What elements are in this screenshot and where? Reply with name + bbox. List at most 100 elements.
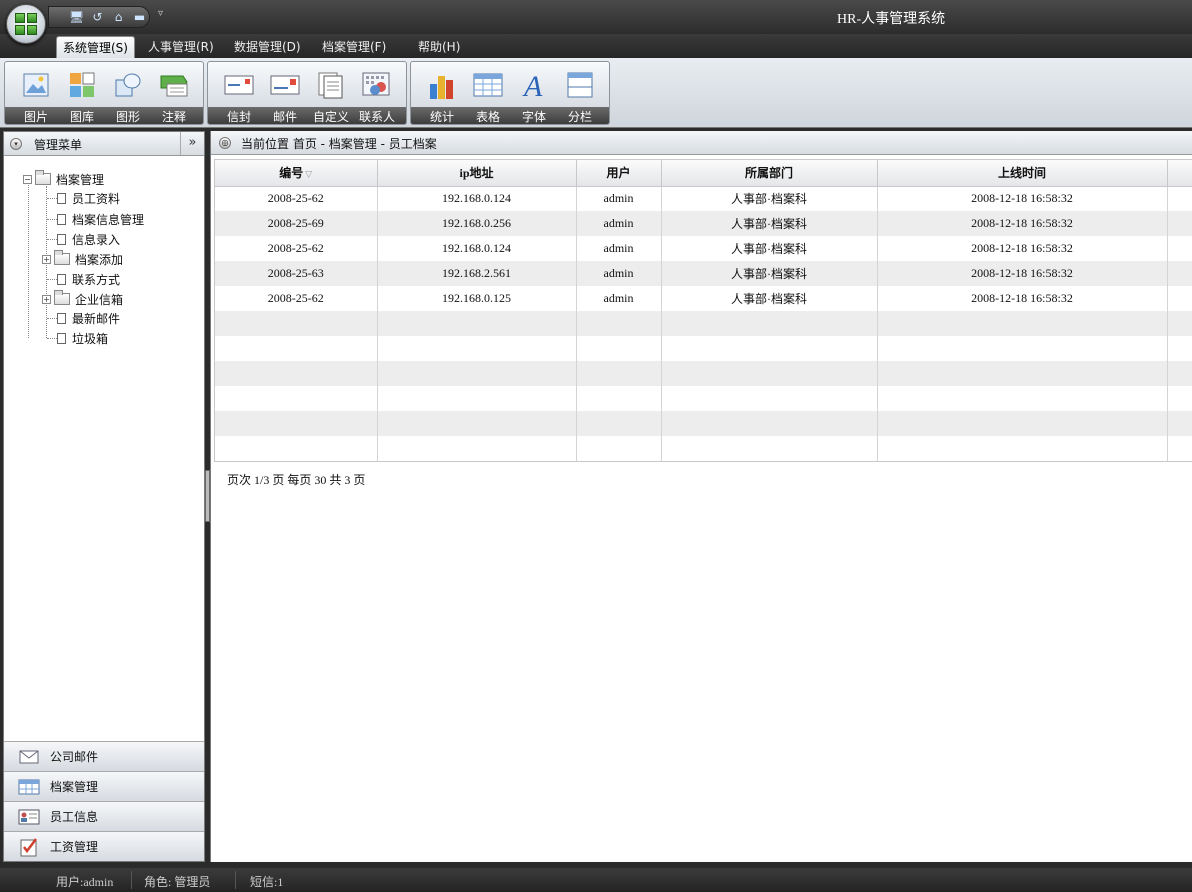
tab-help[interactable]: 帮助(H) — [412, 36, 466, 58]
annotation-button[interactable]: 注释 — [153, 68, 195, 124]
envelope-icon — [224, 70, 254, 100]
table-header-row: 编号 ▽ ip地址 用户 所属部门 上线时间 — [215, 160, 1192, 187]
ribbon-group-mail: 信封 邮件 自定义 联系人 — [207, 61, 407, 125]
folder-icon — [35, 170, 51, 185]
tab-archives[interactable]: 档案管理(F) — [316, 36, 392, 58]
pager: 页次 1/3 页 每页 30 共 3 页 — [227, 473, 366, 487]
sort-icon[interactable]: ▽ — [305, 169, 312, 179]
picture-icon — [21, 70, 51, 100]
document-icon — [57, 273, 66, 285]
status-role: 角色: 管理员 — [144, 875, 211, 889]
chevron-down-icon[interactable]: ▾ — [10, 138, 22, 150]
contacts-icon — [362, 70, 392, 100]
shapes-button[interactable]: 图形 — [107, 68, 149, 124]
empty-row — [215, 311, 1192, 336]
nav-section-payroll[interactable]: 工资管理 — [4, 831, 204, 861]
tree-item-trash[interactable]: 垃圾箱 — [57, 329, 108, 347]
expand-icon[interactable]: + — [42, 254, 51, 264]
empty-row — [215, 361, 1192, 386]
column-header-ip[interactable]: ip地址 — [377, 160, 577, 187]
table-row[interactable]: 2008-25-62 192.168.0.125 admin 人事部·档案科 2008-… — [215, 286, 1192, 311]
tree-item-archive-add[interactable]: + 档案添加 — [42, 250, 123, 268]
font-icon: A — [519, 70, 549, 100]
custom-button[interactable]: 自定义 — [310, 68, 352, 124]
statistics-button[interactable]: 统计 — [421, 68, 463, 124]
nav-section-employee-info[interactable]: 员工信息 — [4, 801, 204, 831]
status-sms[interactable]: 短信:1 — [250, 873, 283, 890]
empty-row — [215, 411, 1192, 436]
left-panel: ▾ 管理菜单 » − 档案管理 员工资料 档案信息管理 信息录入 + 档案添加 … — [3, 131, 205, 862]
table-button[interactable]: 表格 — [467, 68, 509, 124]
id-card-icon — [18, 808, 40, 826]
document-icon — [57, 192, 66, 204]
empty-row — [215, 336, 1192, 361]
mail-icon — [270, 70, 300, 100]
expand-icon[interactable]: + — [42, 294, 51, 304]
folder-icon — [54, 250, 70, 265]
column-header-id[interactable]: 编号 ▽ — [215, 160, 378, 187]
status-bar: 用户:admin 角色: 管理员 短信:1 — [0, 868, 1192, 892]
home-icon[interactable]: ⌂ — [111, 10, 126, 25]
tree-item-employee-data[interactable]: 员工资料 — [57, 189, 120, 207]
gallery-button[interactable]: 图库 — [61, 68, 103, 124]
tab-data[interactable]: 数据管理(D) — [228, 36, 307, 58]
font-button[interactable]: A 字体 — [513, 68, 555, 124]
svg-text:A: A — [522, 70, 543, 100]
document-icon — [57, 233, 66, 245]
column-header-user[interactable]: 用户 — [576, 160, 662, 187]
nav-sections: 公司邮件 档案管理 员工信息 工资管理 — [4, 741, 204, 861]
app-title: HR-人事管理系统 — [837, 12, 946, 27]
tab-system[interactable]: 系统管理(S) — [56, 36, 135, 58]
columns-icon — [565, 70, 595, 100]
tree-item-contact[interactable]: 联系方式 — [57, 270, 120, 288]
nav-section-archives[interactable]: 档案管理 — [4, 771, 204, 801]
document-icon — [57, 332, 66, 344]
collapse-panel-button[interactable]: » — [180, 132, 204, 155]
status-user: 用户:admin — [56, 875, 114, 889]
tree-item-archive-info[interactable]: 档案信息管理 — [57, 210, 144, 228]
table-row[interactable]: 2008-25-69 192.168.0.256 admin 人事部·档案科 2008-… — [215, 211, 1192, 236]
envelope-button[interactable]: 信封 — [218, 68, 260, 124]
data-grid: 编号 ▽ ip地址 用户 所属部门 上线时间 2008-25-62 192.168.… — [214, 159, 1192, 462]
nav-section-company-mail[interactable]: 公司邮件 — [4, 741, 204, 771]
gallery-icon — [67, 70, 97, 100]
column-header-online-time[interactable]: 上线时间 — [877, 160, 1168, 187]
refresh-icon[interactable]: ↺ — [90, 10, 105, 25]
picture-button[interactable]: 图片 — [15, 68, 57, 124]
app-menu-button[interactable] — [6, 4, 46, 44]
quick-access-toolbar: 🖥 ↺ ⌂ ▬ — [48, 6, 150, 28]
mail-icon — [18, 748, 40, 766]
collapse-icon[interactable]: − — [23, 174, 32, 184]
tab-personnel[interactable]: 人事管理(R) — [142, 36, 220, 58]
location-icon: ◎ — [219, 137, 231, 149]
left-panel-header: ▾ 管理菜单 » — [4, 132, 204, 156]
tree-root[interactable]: − 档案管理 — [23, 170, 104, 188]
breadcrumb-bar: ◎ 当前位置 首页 - 档案管理 - 员工档案 — [211, 131, 1192, 155]
mail-button[interactable]: 邮件 — [264, 68, 306, 124]
table-row[interactable]: 2008-25-63 192.168.2.561 admin 人事部·档案科 2008-… — [215, 261, 1192, 286]
shapes-icon — [113, 70, 143, 100]
menu-bar: 系统管理(S) 人事管理(R) 数据管理(D) 档案管理(F) 帮助(H) — [0, 34, 1192, 58]
table-row[interactable]: 2008-25-62 192.168.0.124 admin 人事部·档案科 2008-… — [215, 186, 1192, 211]
qat-dropdown-icon[interactable]: ▿ — [158, 8, 163, 19]
app-logo-icon — [15, 13, 37, 35]
tree-item-latest-mail[interactable]: 最新邮件 — [57, 309, 120, 327]
breadcrumb: 当前位置 首页 - 档案管理 - 员工档案 — [241, 137, 437, 151]
tree-root-label: 档案管理 — [56, 172, 105, 187]
checklist-icon — [18, 837, 40, 856]
tree-item-data-entry[interactable]: 信息录入 — [57, 230, 120, 248]
statistics-icon — [427, 70, 457, 100]
contacts-button[interactable]: 联系人 — [356, 68, 398, 124]
empty-row — [215, 436, 1192, 461]
columns-button[interactable]: 分栏 — [559, 68, 601, 124]
column-header-department[interactable]: 所属部门 — [661, 160, 878, 187]
table-row[interactable]: 2008-25-62 192.168.0.124 admin 人事部·档案科 2008-… — [215, 236, 1192, 261]
empty-row — [215, 386, 1192, 411]
annotation-icon — [159, 70, 189, 100]
table-icon — [473, 70, 503, 100]
tree-item-enterprise-mailbox[interactable]: + 企业信箱 — [42, 290, 123, 308]
monitor-icon[interactable]: 🖥 — [69, 10, 84, 25]
title-bar: 🖥 ↺ ⌂ ▬ ▿ HR-人事管理系统 — [0, 0, 1192, 34]
document-icon — [57, 312, 66, 324]
save-icon[interactable]: ▬ — [132, 10, 147, 25]
